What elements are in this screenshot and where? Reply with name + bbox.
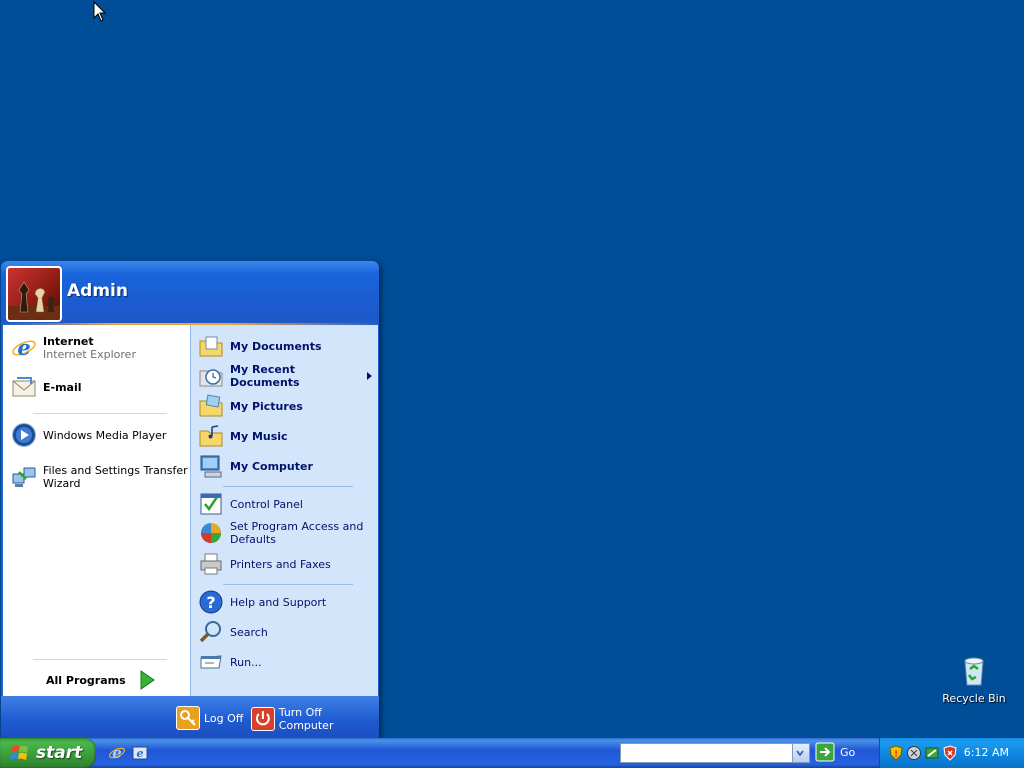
log-off-button[interactable]: Log Off xyxy=(176,706,243,730)
place-label: My Recent Documents xyxy=(230,363,300,389)
setting-label: Set Program Access and xyxy=(230,520,364,533)
taskbar-search-input[interactable] xyxy=(620,743,810,763)
all-programs-label: All Programs xyxy=(46,673,126,687)
clock[interactable]: 6:12 AM xyxy=(964,746,1009,759)
help-icon: ? xyxy=(199,590,223,614)
start-menu-footer: Log Off Turn Off Computer xyxy=(1,696,379,738)
setting-label-line2: Defaults xyxy=(230,533,276,546)
setting-label: Control Panel xyxy=(230,497,303,511)
chess-avatar-icon xyxy=(8,281,60,320)
pinned-item-email[interactable]: E-mail xyxy=(11,374,82,400)
submenu-arrow-icon xyxy=(367,372,373,380)
turn-off-computer-button[interactable]: Turn Off Computer xyxy=(251,706,379,732)
place-label: My Documents xyxy=(230,339,322,353)
folder-documents-icon xyxy=(199,336,223,357)
start-menu-header: Admin xyxy=(1,261,379,325)
setting-printers-faxes[interactable]: Printers and Faxes xyxy=(198,551,331,577)
svg-text:e: e xyxy=(112,744,122,762)
recent-item-title: Windows Media Player xyxy=(43,428,167,442)
transfer-wizard-icon xyxy=(12,467,36,487)
recent-item-media-player[interactable]: Windows Media Player xyxy=(11,422,166,448)
place-my-computer[interactable]: My Computer xyxy=(198,453,313,479)
go-label: Go xyxy=(840,745,856,759)
tool-label: Search xyxy=(230,625,268,639)
place-label: My Computer xyxy=(230,459,313,473)
svg-text:?: ? xyxy=(206,593,215,612)
control-panel-icon xyxy=(200,493,222,515)
setting-program-access[interactable]: Set Program Access and Defaults xyxy=(198,520,363,546)
start-menu-left-pane: e Internet Internet Explorer E-mail Wind… xyxy=(3,325,190,696)
start-button[interactable]: start xyxy=(0,738,96,768)
internet-explorer-icon: e xyxy=(12,335,36,360)
run-icon xyxy=(200,655,222,669)
printer-icon xyxy=(200,553,222,575)
chevron-down-icon xyxy=(796,750,804,757)
recycle-bin-icon xyxy=(964,657,984,686)
svg-text:e: e xyxy=(137,747,144,760)
place-label: My Music xyxy=(230,429,288,443)
log-off-label: Log Off xyxy=(204,711,244,725)
setting-control-panel[interactable]: Control Panel xyxy=(198,491,303,517)
place-my-music[interactable]: My Music xyxy=(198,423,288,449)
recent-item-title: Files and Settings Transfer xyxy=(43,464,188,477)
svg-text:!: ! xyxy=(894,750,898,760)
start-menu-right-pane: My Documents My Recent Documents My Pict… xyxy=(190,325,378,696)
update-icon[interactable] xyxy=(924,745,940,761)
divider xyxy=(33,413,167,414)
divider xyxy=(33,659,167,660)
quick-launch-show-desktop-icon[interactable]: e xyxy=(131,744,149,762)
media-player-icon xyxy=(12,423,36,447)
place-my-recent-documents[interactable]: My Recent Documents xyxy=(198,363,376,389)
tool-search[interactable]: Search xyxy=(198,619,268,645)
desktop-icon-label: Recycle Bin xyxy=(942,692,1006,705)
pinned-item-title: E-mail xyxy=(43,380,82,394)
tool-help-support[interactable]: ? Help and Support xyxy=(198,589,326,615)
security-shield-icon[interactable]: ! xyxy=(888,745,904,761)
green-arrow-icon xyxy=(140,670,155,690)
folder-pictures-icon xyxy=(199,394,223,417)
pinned-item-title: Internet xyxy=(43,335,94,348)
computer-icon xyxy=(200,455,222,478)
user-avatar[interactable] xyxy=(6,266,62,322)
recent-documents-icon xyxy=(199,369,223,387)
place-my-pictures[interactable]: My Pictures xyxy=(198,393,303,419)
pinned-item-internet[interactable]: e Internet Internet Explorer xyxy=(11,335,136,361)
quick-launch-internet-explorer-icon[interactable]: e xyxy=(108,744,126,762)
svg-text:e: e xyxy=(17,335,30,360)
power-icon xyxy=(251,707,275,731)
tool-label: Help and Support xyxy=(230,595,327,609)
tool-run[interactable]: Run... xyxy=(198,649,262,675)
folder-music-icon xyxy=(199,425,223,447)
divider xyxy=(223,486,353,487)
antivirus-icon[interactable] xyxy=(942,745,958,761)
recent-item-transfer-wizard[interactable]: Files and Settings Transfer Wizard xyxy=(11,464,188,490)
search-dropdown-button[interactable] xyxy=(792,744,809,762)
recent-item-title-line2: Wizard xyxy=(43,477,81,490)
turn-off-label: Turn Off Computer xyxy=(278,706,334,732)
email-icon xyxy=(12,377,36,397)
search-icon xyxy=(199,621,221,643)
start-menu: Admin e Internet Internet Explorer E-mai… xyxy=(1,261,379,738)
program-access-icon xyxy=(201,523,221,543)
start-label: start xyxy=(36,743,83,763)
pinned-item-subtitle: Internet Explorer xyxy=(43,348,136,361)
tool-label: Run... xyxy=(230,655,262,669)
all-programs-button[interactable]: All Programs xyxy=(46,669,158,691)
place-label: My Pictures xyxy=(230,399,303,413)
setting-label: Printers and Faxes xyxy=(230,557,331,571)
system-tray: ! 6:12 AM xyxy=(879,738,1024,768)
divider xyxy=(223,584,353,585)
desktop-icon-recycle-bin[interactable]: Recycle Bin xyxy=(942,655,1006,705)
mouse-cursor-icon xyxy=(93,1,107,22)
go-arrow-icon xyxy=(815,742,835,762)
place-my-documents[interactable]: My Documents xyxy=(198,333,322,359)
user-name: Admin xyxy=(67,281,128,301)
network-icon[interactable] xyxy=(906,745,922,761)
log-off-icon xyxy=(176,706,200,730)
go-button[interactable]: Go xyxy=(815,742,855,762)
taskbar: start e e Go ! 6:12 AM xyxy=(0,738,1024,768)
windows-logo-icon xyxy=(10,745,28,760)
